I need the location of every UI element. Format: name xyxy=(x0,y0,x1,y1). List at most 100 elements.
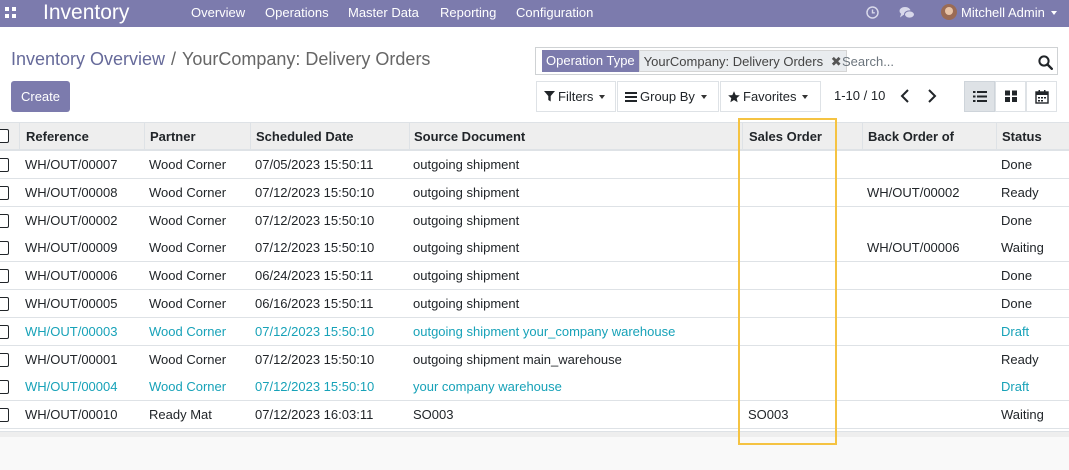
menu-overview[interactable]: Overview xyxy=(191,6,245,20)
cell-source-document: SO003 xyxy=(413,407,454,423)
cell-partner: Wood Corner xyxy=(149,323,227,339)
cell-scheduled-date: 07/12/2023 15:50:10 xyxy=(255,212,375,228)
filter-icon xyxy=(544,91,555,102)
row-checkbox[interactable] xyxy=(0,158,9,172)
cell-partner: Wood Corner xyxy=(149,184,227,200)
row-checkbox[interactable] xyxy=(0,213,9,228)
table-row[interactable]: WH/OUT/00009 Wood Corner 07/12/2023 15:50:… xyxy=(0,234,1069,263)
cell-partner: Wood Corner xyxy=(149,268,227,284)
group-by-icon xyxy=(625,91,637,102)
search-icon[interactable] xyxy=(1038,55,1053,70)
table-row[interactable]: WH/OUT/00003 Wood Corner 07/12/2023 15:50:… xyxy=(0,317,1069,346)
facet-remove-icon[interactable]: ✖ xyxy=(831,51,842,73)
cell-partner: Ready Mat xyxy=(149,407,212,423)
cell-reference: WH/OUT/00008 xyxy=(25,184,118,200)
page-title: YourCompany: Delivery Orders xyxy=(182,49,431,69)
row-checkbox[interactable] xyxy=(0,241,9,256)
cell-scheduled-date: 07/12/2023 16:03:11 xyxy=(255,407,374,423)
filters-button[interactable]: Filters xyxy=(536,81,616,112)
cell-partner: Wood Corner xyxy=(149,212,227,228)
select-all-checkbox[interactable] xyxy=(0,129,9,143)
cell-reference: WH/OUT/00002 xyxy=(25,212,118,228)
list-view-button[interactable] xyxy=(964,81,995,112)
cell-scheduled-date: 07/12/2023 15:50:10 xyxy=(255,184,375,200)
clock-icon[interactable] xyxy=(866,6,879,19)
cell-status: Done xyxy=(1001,212,1033,228)
cell-source-document: outgoing shipment xyxy=(413,157,520,172)
column-back-order-of[interactable]: Back Order of xyxy=(868,123,954,150)
menu-master-data[interactable]: Master Data xyxy=(348,6,419,20)
cell-status: Waiting xyxy=(1001,240,1044,256)
column-scheduled-date[interactable]: Scheduled Date xyxy=(256,123,354,150)
menu-operations[interactable]: Operations xyxy=(265,6,329,20)
table-body: WH/OUT/00007 Wood Corner 07/05/2023 15:50:… xyxy=(0,151,1069,431)
row-checkbox[interactable] xyxy=(0,269,9,284)
chat-icon[interactable] xyxy=(899,6,915,20)
table-row[interactable]: WH/OUT/00006 Wood Corner 06/24/2023 15:50:… xyxy=(0,262,1069,291)
search-input[interactable] xyxy=(842,52,1022,71)
table-row[interactable]: WH/OUT/00004 Wood Corner 07/12/2023 15:50:… xyxy=(0,373,1069,402)
table-row[interactable]: WH/OUT/00001 Wood Corner 07/12/2023 15:50:… xyxy=(0,345,1069,374)
cell-scheduled-date: 07/12/2023 15:50:10 xyxy=(255,240,375,256)
cell-back-order-of: WH/OUT/00006 xyxy=(867,240,960,256)
list-view-icon xyxy=(973,91,987,102)
column-partner[interactable]: Partner xyxy=(150,123,196,150)
pager-value[interactable]: 1-10 / 10 xyxy=(834,89,885,103)
cell-scheduled-date: 07/12/2023 15:50:10 xyxy=(255,379,375,395)
filters-caret-icon xyxy=(599,94,606,99)
table-row[interactable]: WH/OUT/00002 Wood Corner 07/12/2023 15:50:… xyxy=(0,206,1069,235)
column-status[interactable]: Status xyxy=(1002,123,1042,150)
menu-configuration[interactable]: Configuration xyxy=(516,6,593,20)
pager-previous-icon[interactable] xyxy=(899,88,911,104)
cell-reference: WH/OUT/00001 xyxy=(25,351,118,367)
cell-partner: Wood Corner xyxy=(149,296,227,311)
delivery-orders-table: Reference Partner Scheduled Date Source … xyxy=(0,122,1069,470)
row-checkbox[interactable] xyxy=(0,297,9,311)
facet-value: YourCompany: Delivery Orders ✖ xyxy=(638,50,847,73)
avatar[interactable] xyxy=(941,4,957,20)
group-by-button[interactable]: Group By xyxy=(617,81,719,112)
row-checkbox[interactable] xyxy=(0,408,9,423)
column-reference[interactable]: Reference xyxy=(26,123,89,150)
column-sales-order[interactable]: Sales Order xyxy=(749,123,822,150)
breadcrumb-inventory-overview[interactable]: Inventory Overview xyxy=(11,49,165,69)
row-checkbox[interactable] xyxy=(0,380,9,395)
create-button[interactable]: Create xyxy=(11,81,70,112)
cell-source-document: outgoing shipment main_warehouse xyxy=(413,351,622,367)
table-row[interactable]: WH/OUT/00007 Wood Corner 07/05/2023 15:50:… xyxy=(0,151,1069,179)
row-checkbox[interactable] xyxy=(0,352,9,367)
app-name[interactable]: Inventory xyxy=(43,1,129,25)
table-row[interactable]: WH/OUT/00005 Wood Corner 06/16/2023 15:50:… xyxy=(0,290,1069,318)
search-box: Operation Type YourCompany: Delivery Ord… xyxy=(535,47,1058,75)
calendar-view-icon xyxy=(1035,90,1049,104)
cell-reference: WH/OUT/00005 xyxy=(25,296,118,311)
user-menu-caret-icon[interactable] xyxy=(1051,11,1057,15)
cell-source-document: your company warehouse xyxy=(413,379,562,395)
cell-scheduled-date: 07/12/2023 15:50:10 xyxy=(255,351,375,367)
pager-next-icon[interactable] xyxy=(926,88,938,104)
row-checkbox[interactable] xyxy=(0,185,9,200)
kanban-view-button[interactable] xyxy=(995,81,1026,112)
cell-scheduled-date: 07/12/2023 15:50:10 xyxy=(255,323,375,339)
cell-status: Done xyxy=(1001,268,1033,284)
cell-partner: Wood Corner xyxy=(149,351,227,367)
user-name[interactable]: Mitchell Admin xyxy=(961,6,1045,20)
row-checkbox[interactable] xyxy=(0,324,9,339)
cell-back-order-of: WH/OUT/00002 xyxy=(867,184,960,200)
search-facet: Operation Type YourCompany: Delivery Ord… xyxy=(542,50,847,72)
kanban-view-icon xyxy=(1005,90,1017,102)
cell-scheduled-date: 06/16/2023 15:50:11 xyxy=(255,296,374,311)
menu-reporting[interactable]: Reporting xyxy=(440,6,496,20)
cell-partner: Wood Corner xyxy=(149,240,227,256)
table-row[interactable]: WH/OUT/00010 Ready Mat 07/12/2023 16:03:11… xyxy=(0,401,1069,430)
favorites-button[interactable]: Favorites xyxy=(720,81,821,112)
calendar-view-button[interactable] xyxy=(1026,81,1057,112)
apps-icon[interactable] xyxy=(5,7,17,19)
cell-reference: WH/OUT/00003 xyxy=(25,323,118,339)
cell-sales-order: SO003 xyxy=(748,407,789,423)
breadcrumb-separator: / xyxy=(171,49,177,69)
cell-partner: Wood Corner xyxy=(149,379,227,395)
table-row[interactable]: WH/OUT/00008 Wood Corner 07/12/2023 15:50:… xyxy=(0,178,1069,207)
column-source-document[interactable]: Source Document xyxy=(414,123,525,150)
cell-source-document: outgoing shipment xyxy=(413,184,520,200)
